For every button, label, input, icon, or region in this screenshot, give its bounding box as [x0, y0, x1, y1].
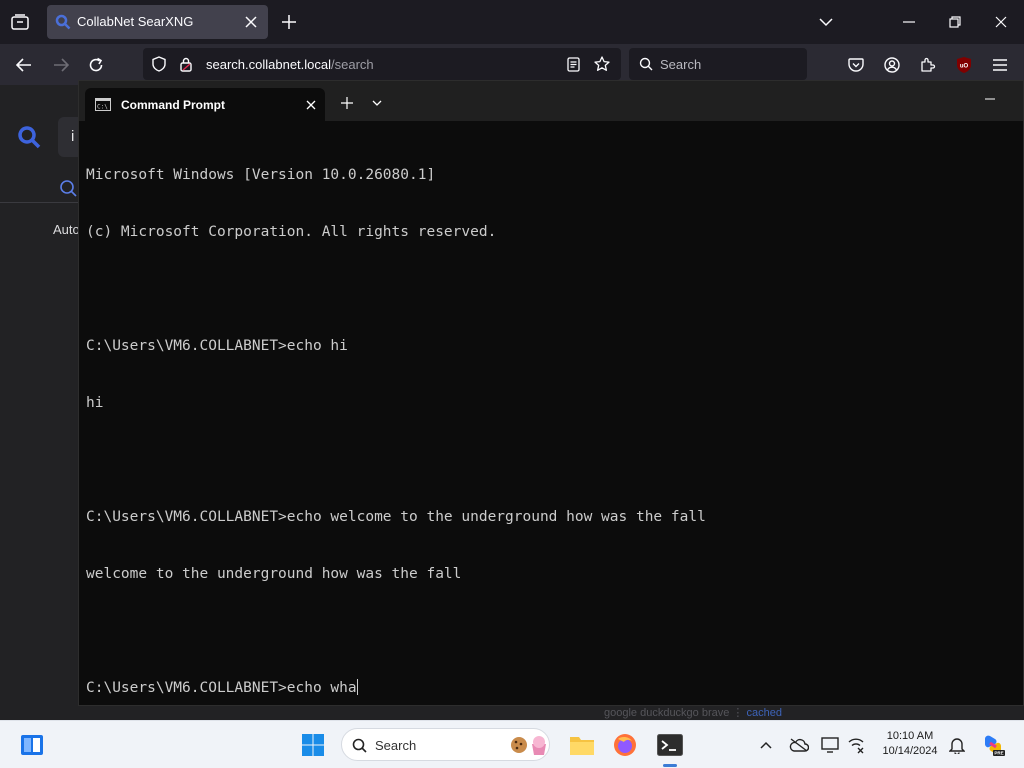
menu-icon[interactable]	[990, 55, 1010, 75]
tab-close-icon[interactable]	[243, 14, 259, 30]
terminal-line: (c) Microsoft Corporation. All rights re…	[86, 224, 497, 240]
reader-view-icon[interactable]	[564, 55, 582, 73]
minimize-icon[interactable]	[900, 13, 918, 31]
widgets-icon[interactable]	[19, 732, 45, 758]
terminal-line: Microsoft Windows [Version 10.0.26080.1]	[86, 167, 436, 183]
searxng-logo-icon[interactable]	[16, 124, 42, 150]
svg-text:uO: uO	[960, 64, 969, 70]
network-icon[interactable]	[845, 734, 867, 756]
tab-list-icon[interactable]	[10, 12, 30, 32]
svg-text:PRE: PRE	[994, 751, 1003, 756]
terminal-tab-close-icon[interactable]	[303, 97, 319, 113]
notification-bell-icon[interactable]	[946, 734, 968, 756]
active-app-indicator	[663, 764, 677, 767]
autocomplete-label[interactable]: Auto	[53, 222, 80, 237]
text-cursor	[356, 679, 358, 695]
new-tab-icon[interactable]	[280, 13, 298, 31]
search-icon	[638, 56, 654, 72]
system-clock[interactable]: 10:10 AM 10/14/2024	[870, 729, 950, 759]
taskbar: Search 10:10 AM 10/14/2024 PRE	[0, 720, 1024, 768]
url-path: /search	[331, 57, 374, 72]
display-icon[interactable]	[819, 734, 841, 756]
url-text[interactable]: search.collabnet.local/search	[206, 57, 374, 72]
bookmark-star-icon[interactable]	[593, 55, 611, 73]
terminal-dropdown-chevron-icon[interactable]	[369, 96, 385, 110]
search-bar-placeholder: Search	[660, 57, 702, 72]
show-hidden-icons-chevron[interactable]	[757, 736, 775, 754]
terminal-tab[interactable]: C:\ Command Prompt	[85, 88, 325, 121]
browser-nav-bar: search.collabnet.local/search Search uO	[0, 44, 1024, 85]
terminal-prompt-line[interactable]: C:\Users\VM6.COLLABNET>echo wha	[86, 679, 706, 698]
search-highlight-cookie-icon	[508, 734, 530, 756]
search-icon	[351, 737, 367, 753]
reload-icon[interactable]	[86, 55, 106, 75]
tab-title: CollabNet SearXNG	[77, 14, 194, 29]
browser-tab[interactable]: CollabNet SearXNG	[47, 5, 268, 39]
terminal-tab-title: Command Prompt	[121, 98, 226, 112]
account-icon[interactable]	[882, 55, 902, 75]
page-tab-divider	[0, 202, 80, 203]
pocket-icon[interactable]	[846, 55, 866, 75]
lock-icon[interactable]	[177, 55, 195, 73]
cmd-icon: C:\	[95, 97, 111, 111]
copilot-icon[interactable]: PRE	[980, 732, 1006, 758]
url-host: search.collabnet.local	[206, 57, 332, 72]
ublock-icon[interactable]: uO	[954, 55, 974, 75]
terminal-minimize-icon[interactable]	[981, 93, 999, 105]
terminal-new-tab-icon[interactable]	[339, 95, 355, 111]
taskbar-search-label: Search	[375, 738, 417, 753]
restore-icon[interactable]	[946, 13, 964, 31]
browser-search-bar[interactable]: Search	[629, 48, 807, 80]
page-search-input-text: i	[71, 128, 75, 145]
clock-date: 10/14/2024	[882, 745, 938, 757]
list-all-tabs-icon[interactable]	[817, 13, 835, 31]
terminal-current-input[interactable]: C:\Users\VM6.COLLABNET>echo wha	[86, 680, 357, 696]
close-icon[interactable]	[992, 13, 1010, 31]
taskbar-search-box[interactable]: Search	[341, 728, 550, 761]
file-explorer-icon[interactable]	[569, 732, 595, 758]
url-bar[interactable]: search.collabnet.local/search	[143, 48, 621, 80]
terminal-line: C:\Users\VM6.COLLABNET>echo hi	[86, 338, 348, 354]
onedrive-icon[interactable]	[788, 735, 810, 755]
start-icon[interactable]	[301, 733, 325, 757]
search-tab-icon[interactable]	[58, 178, 78, 198]
browser-tab-strip: CollabNet SearXNG	[0, 0, 1024, 44]
terminal-window[interactable]: C:\ Command Prompt Microsoft Windows [Ve…	[78, 80, 1024, 706]
terminal-line: C:\Users\VM6.COLLABNET>echo welcome to t…	[86, 509, 706, 525]
clock-time: 10:10 AM	[886, 730, 934, 742]
terminal-output[interactable]: Microsoft Windows [Version 10.0.26080.1]…	[86, 128, 706, 736]
searxng-favicon	[55, 14, 71, 30]
search-highlight-cupcake-icon	[529, 733, 549, 757]
terminal-icon[interactable]	[656, 732, 684, 758]
firefox-icon[interactable]	[612, 732, 638, 758]
svg-text:C:\: C:\	[97, 103, 108, 110]
terminal-line: hi	[86, 395, 104, 411]
terminal-line: welcome to the underground how was the f…	[86, 566, 462, 582]
cached-link[interactable]: cached	[747, 707, 782, 719]
forward-icon[interactable]	[51, 55, 71, 75]
extensions-icon[interactable]	[918, 55, 938, 75]
shield-icon[interactable]	[150, 55, 168, 73]
terminal-titlebar[interactable]: C:\ Command Prompt	[79, 81, 1023, 121]
back-icon[interactable]	[14, 55, 34, 75]
